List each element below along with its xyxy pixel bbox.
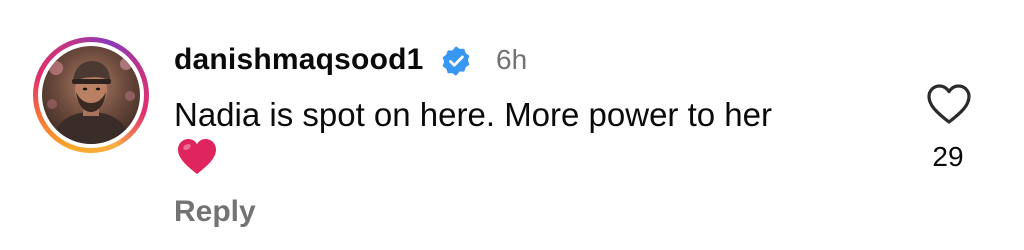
heart-outline-icon[interactable] xyxy=(925,82,973,126)
timestamp: 6h xyxy=(496,44,528,75)
like-count: 29 xyxy=(932,141,964,172)
red-heart-emoji xyxy=(178,139,216,174)
comment: danishmaqsood1 6h Nadia is spot on here.… xyxy=(0,0,1024,250)
avatar[interactable] xyxy=(33,37,149,153)
avatar-image xyxy=(42,46,140,144)
comment-text: Nadia is spot on here. More power to her xyxy=(174,96,772,133)
username[interactable]: danishmaqsood1 xyxy=(174,40,424,80)
reply-button[interactable]: Reply xyxy=(174,192,256,232)
verified-badge-icon xyxy=(442,46,470,76)
